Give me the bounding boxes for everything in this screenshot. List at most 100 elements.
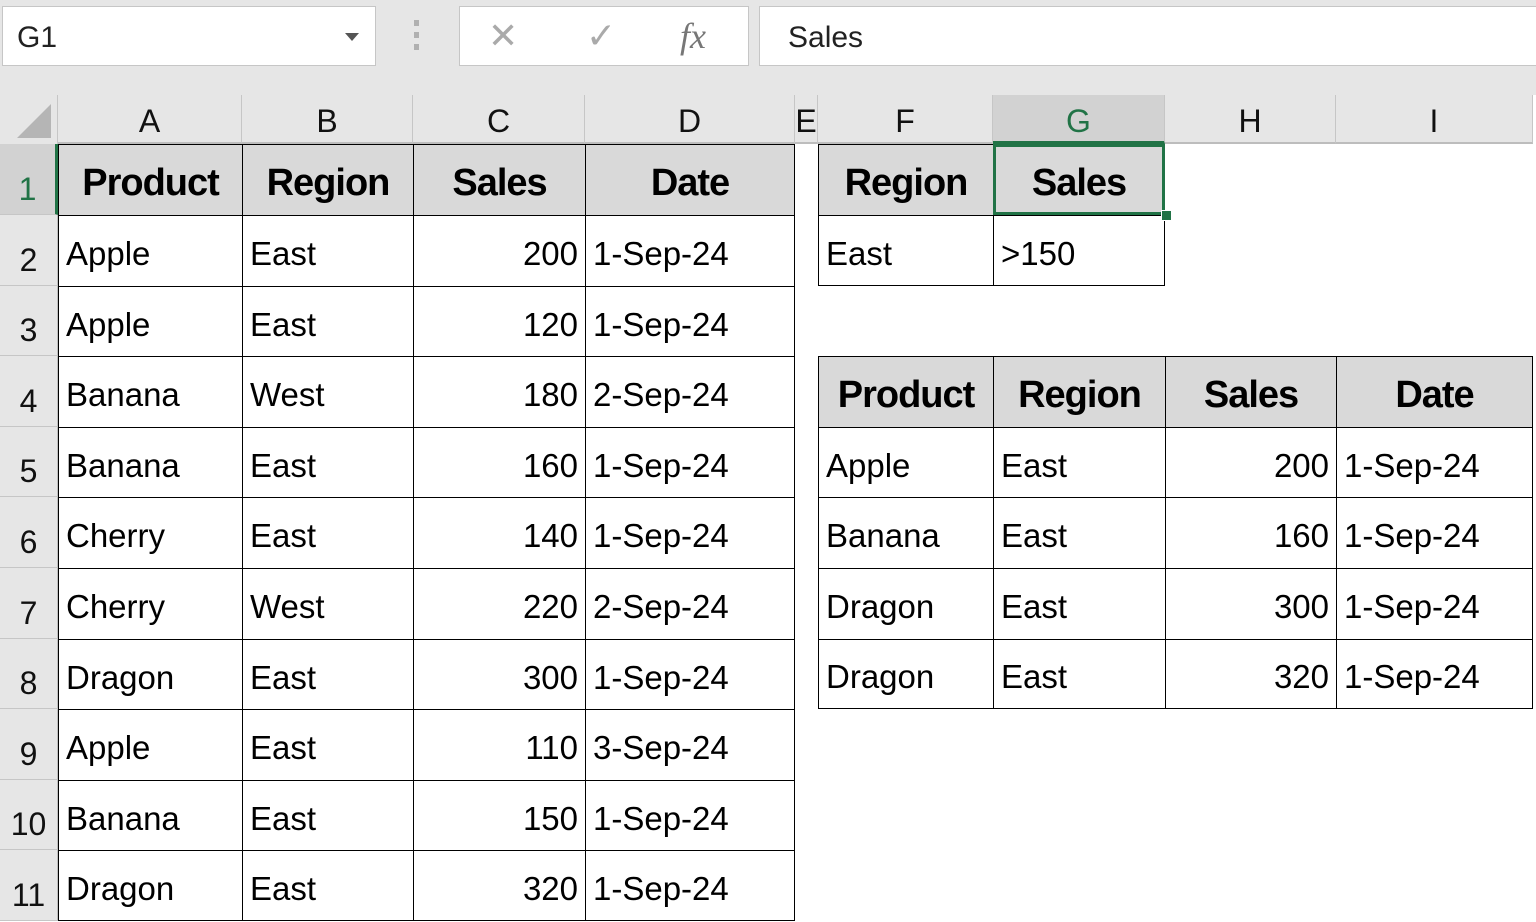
cell-C10[interactable]: 150 — [413, 780, 585, 850]
cell-D2[interactable]: 1-Sep-24 — [585, 215, 795, 286]
column-header-A[interactable]: A — [58, 95, 242, 144]
cell-I8[interactable]: 1-Sep-24 — [1336, 639, 1533, 709]
cell-D10[interactable]: 1-Sep-24 — [585, 780, 795, 850]
fill-handle[interactable] — [1161, 210, 1172, 221]
cell-A1[interactable]: Product — [58, 144, 242, 215]
cell-B6[interactable]: East — [242, 497, 413, 568]
cell-C7[interactable]: 220 — [413, 568, 585, 639]
enter-icon[interactable]: ✓ — [586, 15, 616, 57]
row-header-10[interactable]: 10 — [0, 780, 58, 850]
cell-C11[interactable]: 320 — [413, 850, 585, 921]
cell-B3[interactable]: East — [242, 286, 413, 356]
cell-F7[interactable]: Dragon — [818, 568, 993, 639]
cell-C8[interactable]: 300 — [413, 639, 585, 709]
column-header-G[interactable]: G — [993, 95, 1165, 144]
cancel-icon[interactable]: ✕ — [488, 15, 518, 57]
cell-F8[interactable]: Dragon — [818, 639, 993, 709]
cell-G7[interactable]: East — [993, 568, 1165, 639]
cell-D11[interactable]: 1-Sep-24 — [585, 850, 795, 921]
cell-G5[interactable]: East — [993, 427, 1165, 497]
cell-B4[interactable]: West — [242, 356, 413, 427]
cell-B11[interactable]: East — [242, 850, 413, 921]
cell-C3[interactable]: 120 — [413, 286, 585, 356]
cell-B5[interactable]: East — [242, 427, 413, 497]
cell-F1[interactable]: Region — [818, 144, 993, 215]
cell-A5[interactable]: Banana — [58, 427, 242, 497]
row-header-7[interactable]: 7 — [0, 568, 58, 639]
cell-D1[interactable]: Date — [585, 144, 795, 215]
cell-B7[interactable]: West — [242, 568, 413, 639]
column-header-D[interactable]: D — [585, 95, 795, 144]
cell-G1[interactable]: Sales — [993, 144, 1165, 215]
cell-A2[interactable]: Apple — [58, 215, 242, 286]
cell-I6[interactable]: 1-Sep-24 — [1336, 497, 1533, 568]
cell-D7[interactable]: 2-Sep-24 — [585, 568, 795, 639]
cell-A8[interactable]: Dragon — [58, 639, 242, 709]
cell-G2[interactable]: >150 — [993, 215, 1165, 286]
cell-F2[interactable]: East — [818, 215, 993, 286]
column-header-F[interactable]: F — [818, 95, 993, 144]
cell-H8[interactable]: 320 — [1165, 639, 1336, 709]
column-header-E[interactable]: E — [795, 95, 818, 144]
row-header-1[interactable]: 1 — [0, 144, 58, 215]
row-header-8[interactable]: 8 — [0, 639, 58, 709]
cell-H5[interactable]: 200 — [1165, 427, 1336, 497]
cell-G4[interactable]: Region — [993, 356, 1165, 427]
formula-bar-area: G1 ✕ ✓ fx Sales — [0, 0, 1536, 95]
cell-I7[interactable]: 1-Sep-24 — [1336, 568, 1533, 639]
cell-F6[interactable]: Banana — [818, 497, 993, 568]
cell-H6[interactable]: 160 — [1165, 497, 1336, 568]
cell-C4[interactable]: 180 — [413, 356, 585, 427]
select-all-button[interactable] — [0, 95, 58, 144]
cell-D4[interactable]: 2-Sep-24 — [585, 356, 795, 427]
row-header-11[interactable]: 11 — [0, 850, 58, 921]
drag-handle-icon[interactable] — [414, 20, 420, 52]
cell-H4[interactable]: Sales — [1165, 356, 1336, 427]
cell-B2[interactable]: East — [242, 215, 413, 286]
cell-H7[interactable]: 300 — [1165, 568, 1336, 639]
cell-B8[interactable]: East — [242, 639, 413, 709]
column-header-C[interactable]: C — [413, 95, 585, 144]
cell-I5[interactable]: 1-Sep-24 — [1336, 427, 1533, 497]
cell-I4[interactable]: Date — [1336, 356, 1533, 427]
chevron-down-icon[interactable] — [345, 33, 359, 41]
name-box[interactable]: G1 — [2, 6, 376, 66]
cell-B9[interactable]: East — [242, 709, 413, 780]
row-header-3[interactable]: 3 — [0, 286, 58, 356]
column-header-B[interactable]: B — [242, 95, 413, 144]
cell-A4[interactable]: Banana — [58, 356, 242, 427]
cell-G8[interactable]: East — [993, 639, 1165, 709]
cell-A6[interactable]: Cherry — [58, 497, 242, 568]
cell-D5[interactable]: 1-Sep-24 — [585, 427, 795, 497]
cell-D8[interactable]: 1-Sep-24 — [585, 639, 795, 709]
cell-C1[interactable]: Sales — [413, 144, 585, 215]
cell-C6[interactable]: 140 — [413, 497, 585, 568]
cell-F4[interactable]: Product — [818, 356, 993, 427]
cell-B10[interactable]: East — [242, 780, 413, 850]
row-header-5[interactable]: 5 — [0, 427, 58, 497]
cell-A7[interactable]: Cherry — [58, 568, 242, 639]
row-number: 11 — [0, 877, 57, 914]
formula-input[interactable]: Sales — [759, 6, 1536, 66]
row-number: 2 — [0, 242, 57, 279]
cell-B1[interactable]: Region — [242, 144, 413, 215]
cell-C2[interactable]: 200 — [413, 215, 585, 286]
cell-D6[interactable]: 1-Sep-24 — [585, 497, 795, 568]
cell-A3[interactable]: Apple — [58, 286, 242, 356]
cell-D9[interactable]: 3-Sep-24 — [585, 709, 795, 780]
column-header-H[interactable]: H — [1165, 95, 1336, 144]
cell-A9[interactable]: Apple — [58, 709, 242, 780]
row-header-9[interactable]: 9 — [0, 709, 58, 780]
cell-F5[interactable]: Apple — [818, 427, 993, 497]
row-header-4[interactable]: 4 — [0, 356, 58, 427]
cell-A11[interactable]: Dragon — [58, 850, 242, 921]
column-header-I[interactable]: I — [1336, 95, 1533, 144]
cell-G6[interactable]: East — [993, 497, 1165, 568]
cell-C9[interactable]: 110 — [413, 709, 585, 780]
cell-C5[interactable]: 160 — [413, 427, 585, 497]
insert-function-icon[interactable]: fx — [680, 15, 706, 57]
row-header-6[interactable]: 6 — [0, 497, 58, 568]
cell-A10[interactable]: Banana — [58, 780, 242, 850]
row-header-2[interactable]: 2 — [0, 215, 58, 286]
cell-D3[interactable]: 1-Sep-24 — [585, 286, 795, 356]
